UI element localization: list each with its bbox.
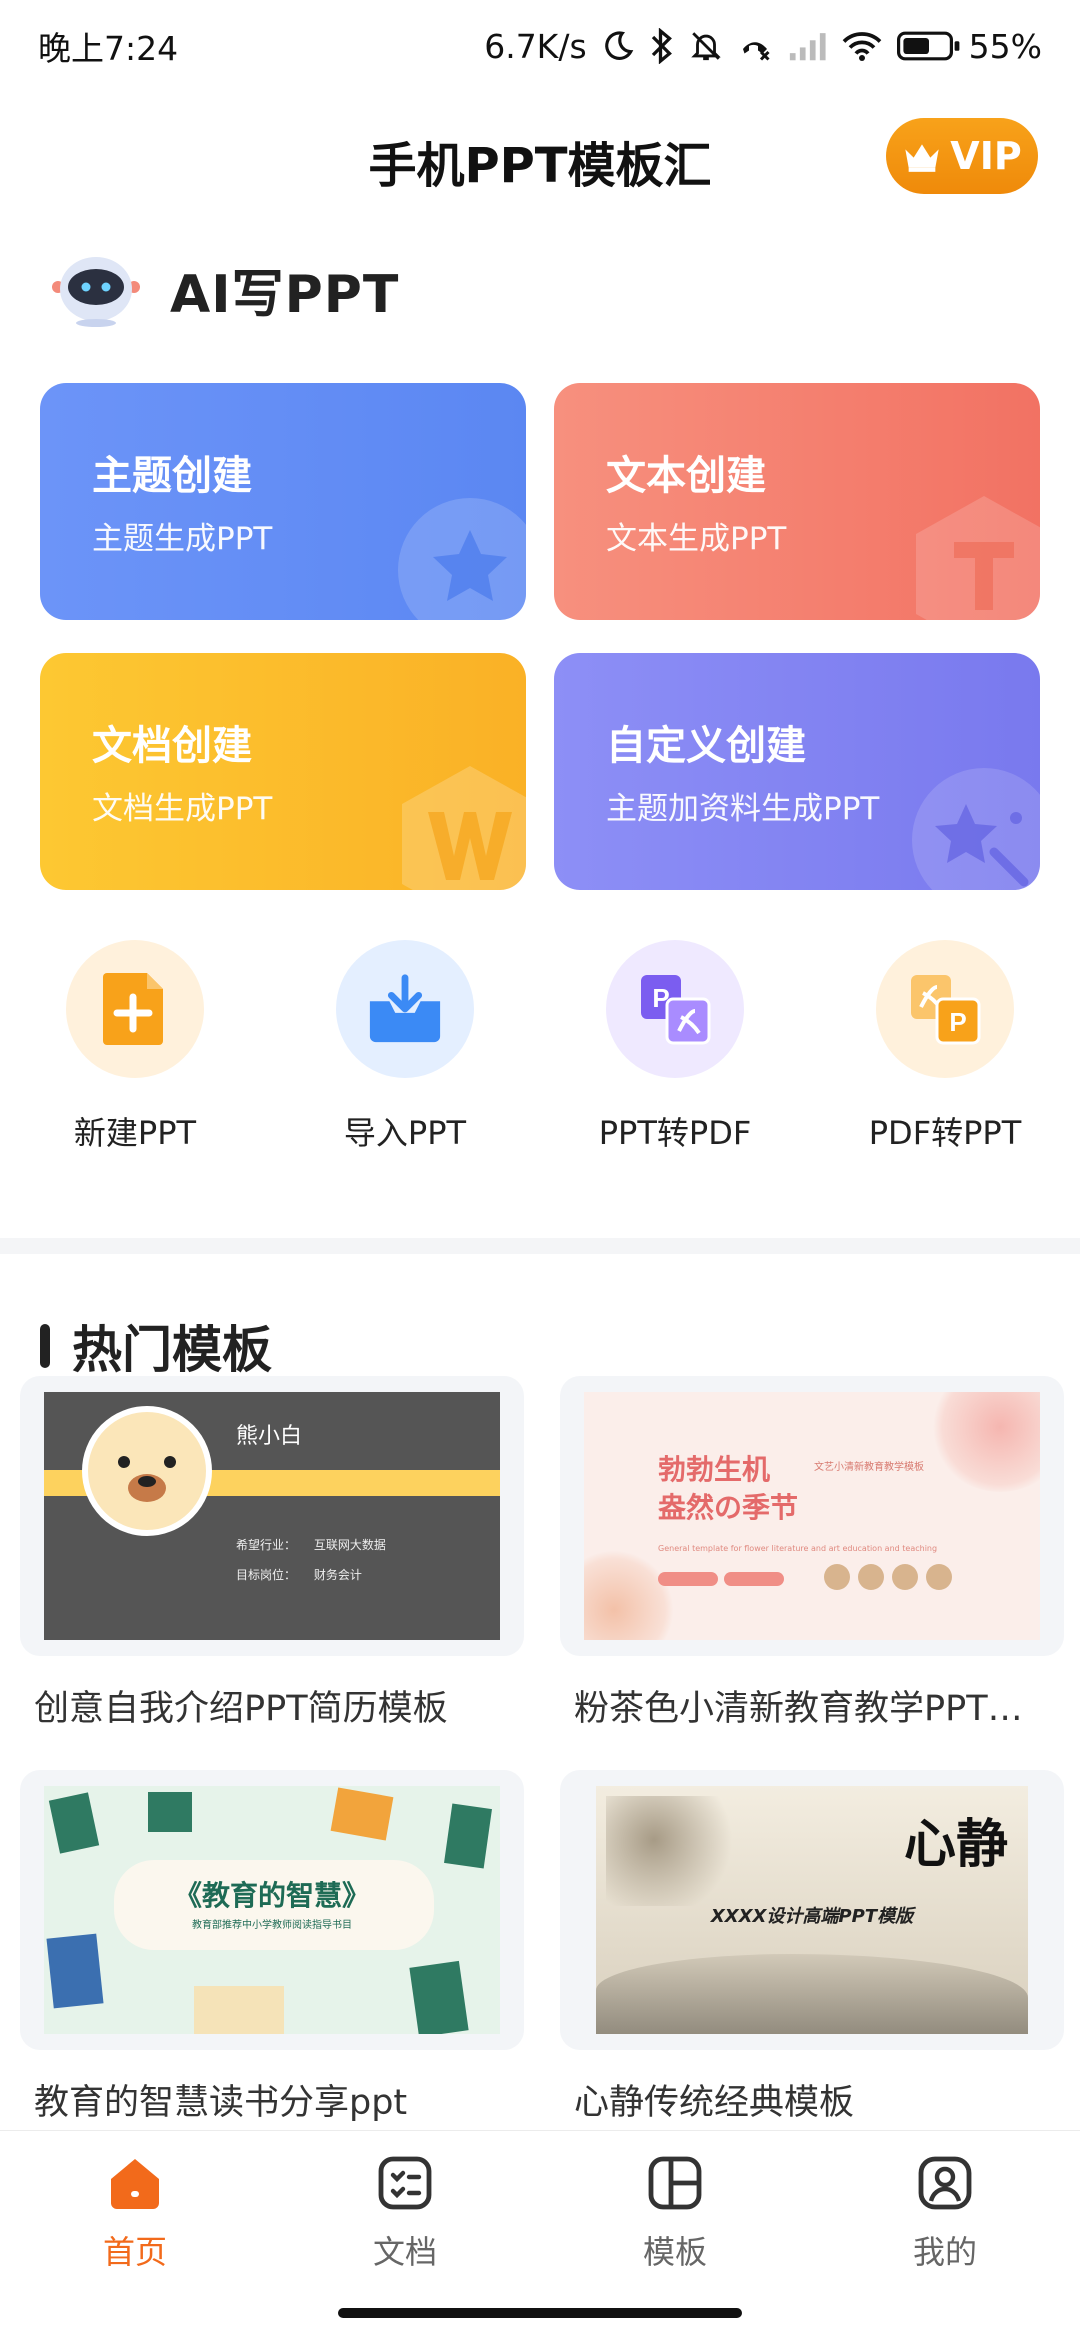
battery-percent: 55%: [968, 26, 1042, 66]
profile-icon: [918, 2156, 972, 2210]
template-name: 创意自我介绍PPT简历模板: [34, 1689, 448, 1729]
nav-label: 模板: [642, 2233, 707, 2271]
thumb-subtitle: XXXX设计高端PPT模版: [710, 1906, 914, 1927]
custom-create-card[interactable]: 自定义创建 主题加资料生成PPT: [554, 653, 1040, 890]
tool-label: PPT转PDF: [598, 1114, 752, 1152]
template-card[interactable]: 熊小白 希望行业： 互联网大数据 目标岗位： 财务会计 创意自我介绍PPT简历模…: [20, 1376, 524, 1731]
pdf-to-ppt-button[interactable]: P PDF转PPT: [810, 940, 1080, 1154]
home-icon: [111, 2159, 159, 2209]
card-title: 文本创建: [606, 453, 766, 499]
import-tray-icon: [336, 940, 474, 1078]
star-icon: [398, 498, 526, 620]
app-header: 手机PPT模板汇 VIP: [0, 112, 1080, 202]
nav-label: 文档: [372, 2233, 437, 2271]
tool-label: 新建PPT: [73, 1114, 197, 1152]
section-marker: [40, 1324, 50, 1368]
section-divider: [0, 1238, 1080, 1254]
template-thumbnail: 心静 XXXX设计高端PPT模版: [560, 1770, 1064, 2050]
status-bar: 晚上7:24 6.7K/s 55%: [0, 0, 1080, 92]
network-speed: 6.7K/s: [484, 26, 587, 66]
vip-label: VIP: [950, 134, 1022, 178]
card-subtitle: 主题生成PPT: [92, 521, 273, 557]
home-indicator[interactable]: [338, 2308, 742, 2318]
card-subtitle: 文本生成PPT: [606, 521, 787, 557]
ai-section-header: AI写PPT: [48, 244, 399, 334]
card-title: 文档创建: [92, 723, 252, 769]
thumb-subtitle: 教育部推荐中小学教师阅读指导书目: [192, 1920, 352, 1931]
doc-create-card[interactable]: 文档创建 文档生成PPT: [40, 653, 526, 890]
crown-icon: [905, 144, 939, 172]
signal-icon: [789, 33, 826, 61]
tool-label: 导入PPT: [343, 1114, 467, 1152]
tool-row: 新建PPT 导入PPT P PPT转PDF P PDF转PPT: [0, 940, 1080, 1154]
svg-text:P: P: [949, 1007, 966, 1037]
resume-label: 希望行业：: [236, 1538, 297, 1552]
template-card[interactable]: 心静 XXXX设计高端PPT模版 心静传统经典模板: [560, 1770, 1064, 2125]
resume-label: 目标岗位：: [236, 1568, 297, 1582]
nav-home[interactable]: 首页: [0, 2131, 270, 2340]
mute-bell-icon: [690, 32, 721, 61]
template-thumbnail: 《教育的智慧》 教育部推荐中小学教师阅读指导书目: [20, 1770, 524, 2050]
ai-section-title: AI写PPT: [170, 264, 400, 325]
bluetooth-icon: [651, 28, 672, 64]
import-ppt-button[interactable]: 导入PPT: [270, 940, 540, 1154]
hot-templates-header: 热门模板: [40, 1310, 272, 1382]
missed-call-icon: [742, 42, 770, 61]
thumb-english: General template for flower literature a…: [658, 1544, 938, 1553]
ppt-to-pdf-icon: P: [606, 940, 744, 1078]
resume-name: 熊小白: [236, 1424, 303, 1449]
template-name: 粉茶色小清新教育教学PPT…: [574, 1689, 1023, 1729]
template-grid-icon: [648, 2156, 702, 2210]
new-ppt-button[interactable]: 新建PPT: [0, 940, 270, 1154]
template-card[interactable]: 勃勃生机 盎然の季节 文艺小清新教育教学模板 General template …: [560, 1376, 1064, 1731]
card-subtitle: 主题加资料生成PPT: [606, 791, 880, 827]
wifi-icon: [842, 32, 881, 61]
tool-label: PDF转PPT: [868, 1114, 1022, 1152]
resume-value: 互联网大数据: [313, 1538, 386, 1552]
moon-icon: [604, 31, 633, 60]
card-subtitle: 文档生成PPT: [92, 791, 273, 827]
thumb-title: 勃勃生机: [658, 1453, 771, 1486]
ppt-to-pdf-button[interactable]: P PPT转PDF: [540, 940, 810, 1154]
template-name: 教育的智慧读书分享ppt: [34, 2083, 408, 2123]
nav-profile[interactable]: 我的: [810, 2131, 1080, 2340]
thumb-title: 《教育的智慧》: [173, 1879, 370, 1912]
magic-star-icon: [912, 768, 1040, 890]
thumb-title: 盎然の季节: [658, 1491, 799, 1524]
resume-value: 财务会计: [313, 1568, 362, 1582]
template-thumbnail: 勃勃生机 盎然の季节 文艺小清新教育教学模板 General template …: [560, 1376, 1064, 1656]
text-create-card[interactable]: 文本创建 文本生成PPT: [554, 383, 1040, 620]
battery-icon: [896, 31, 960, 61]
pdf-to-ppt-icon: P: [876, 940, 1014, 1078]
template-thumbnail: 熊小白 希望行业： 互联网大数据 目标岗位： 财务会计: [20, 1376, 524, 1656]
template-name: 心静传统经典模板: [574, 2083, 855, 2123]
card-title: 主题创建: [92, 453, 252, 499]
bear-avatar: [82, 1406, 212, 1536]
template-card[interactable]: 《教育的智慧》 教育部推荐中小学教师阅读指导书目 教育的智慧读书分享ppt: [20, 1770, 524, 2125]
new-file-icon: [66, 940, 204, 1078]
word-w-icon: [402, 766, 526, 890]
document-list-icon: [378, 2156, 432, 2210]
vip-button[interactable]: VIP: [886, 118, 1038, 194]
text-t-icon: [916, 496, 1040, 620]
nav-label: 我的: [912, 2233, 977, 2271]
theme-create-card[interactable]: 主题创建 主题生成PPT: [40, 383, 526, 620]
status-time: 晚上7:24: [38, 29, 179, 68]
nav-label: 首页: [102, 2233, 167, 2271]
hot-templates-title: 热门模板: [72, 1321, 272, 1379]
card-title: 自定义创建: [606, 723, 806, 769]
robot-icon: [52, 257, 140, 327]
thumb-title: 心静: [903, 1814, 1008, 1875]
thumb-subtitle: 文艺小清新教育教学模板: [814, 1462, 924, 1473]
